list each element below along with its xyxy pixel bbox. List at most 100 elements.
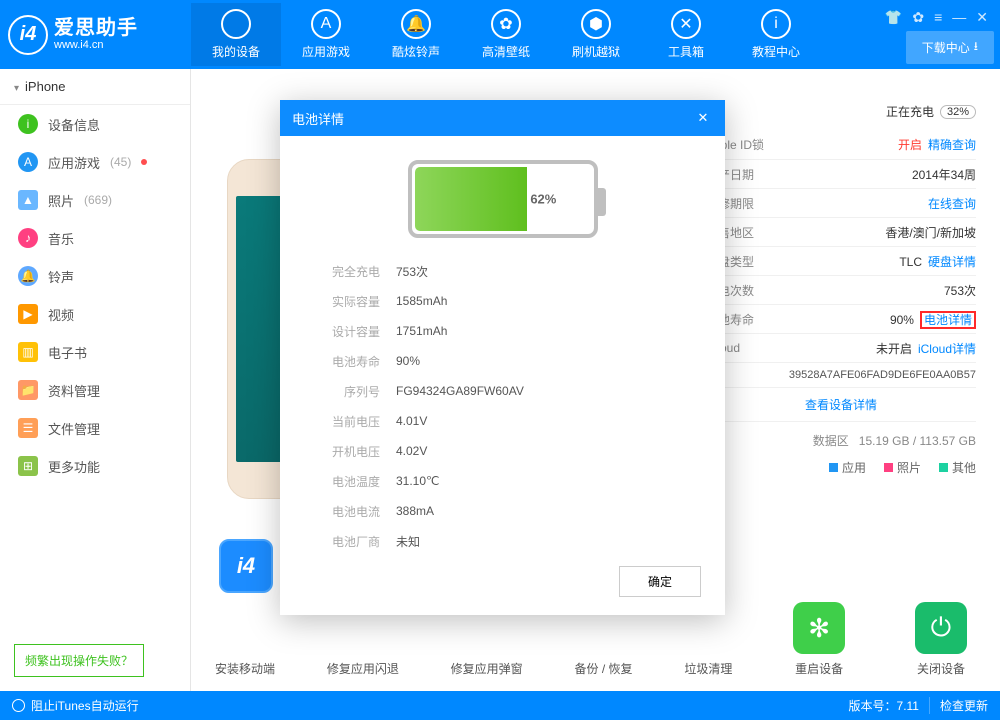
sidebar-item-5[interactable]: ▶视频 xyxy=(0,295,190,333)
dialog-row-key: 电池厂商 xyxy=(304,533,396,550)
sidebar-device-toggle[interactable]: iPhone xyxy=(0,69,190,105)
sidebar: iPhone i 设备信息 A应用游戏(45) ▲ 照片 (669) ♪ 音乐 🔔铃声▶视频▥电… xyxy=(0,69,191,691)
action-fix-popup[interactable]: 修复应用弹窗 xyxy=(451,660,523,677)
close-icon[interactable]: ✕ xyxy=(976,9,988,26)
info-link[interactable]: 在线查询 xyxy=(928,197,976,211)
sidebar-item-4[interactable]: 🔔铃声 xyxy=(0,257,190,295)
sidebar-item-6[interactable]: ▥电子书 xyxy=(0,333,190,371)
dialog-row: 实际容量1585mAh xyxy=(304,286,701,316)
view-device-detail-link[interactable]: 查看设备详情 xyxy=(706,387,976,421)
device-hash: 39528A7AFE06FAD9DE6FE0AA0B57 xyxy=(706,362,976,387)
skin-icon[interactable]: 👕 xyxy=(885,9,902,26)
action-trash[interactable]: 垃圾清理 xyxy=(684,660,732,677)
dialog-row: 设计容量1751mAh xyxy=(304,316,701,346)
sidebar-item-1[interactable]: A应用游戏(45) xyxy=(0,143,190,181)
flower-icon: ✿ xyxy=(491,9,521,39)
dialog-ok-button[interactable]: 确定 xyxy=(619,566,701,597)
info-link[interactable]: 电池详情 xyxy=(920,311,976,329)
sidebar-item-3[interactable]: ♪ 音乐 xyxy=(0,219,190,257)
dialog-row-value: 1751mAh xyxy=(396,324,447,338)
sidebar-item-0[interactable]: i 设备信息 xyxy=(0,105,190,143)
download-icon: ⭳ xyxy=(974,37,978,58)
info-value: 香港/澳门/新加坡 xyxy=(784,224,976,241)
info-row: 硬盘类型TLC硬盘详情 xyxy=(706,246,976,275)
dialog-row-key: 电池电流 xyxy=(304,503,396,520)
info-link[interactable]: 精确查询 xyxy=(928,138,976,152)
sidebar-item-label: 应用游戏 xyxy=(48,153,100,172)
action-install[interactable]: 安装移动端 xyxy=(215,660,275,677)
nav-ringtones[interactable]: 🔔酷炫铃声 xyxy=(371,3,461,66)
info-value: 在线查询 xyxy=(784,195,976,212)
dialog-close-button[interactable]: ✕ xyxy=(693,108,713,128)
dialog-row: 电池厂商未知 xyxy=(304,526,701,556)
sidebar-icon: ▲ xyxy=(18,190,38,210)
sidebar-item-count: (669) xyxy=(84,193,112,207)
menu-icon[interactable]: ≡ xyxy=(934,9,942,25)
sidebar-item-7[interactable]: 📁资料管理 xyxy=(0,371,190,409)
sidebar-item-label: 铃声 xyxy=(48,267,74,286)
charging-status: 正在充电32% xyxy=(706,103,976,120)
info-value: 753次 xyxy=(784,282,976,299)
dialog-row-key: 设计容量 xyxy=(304,323,396,340)
action-reboot[interactable]: ✻重启设备 xyxy=(784,602,854,677)
info-value: 开启精确查询 xyxy=(784,136,976,153)
brand-url: www.i4.cn xyxy=(54,39,138,51)
dialog-row-key: 实际容量 xyxy=(304,293,396,310)
action-backup[interactable]: 备份 / 恢复 xyxy=(574,660,632,677)
sidebar-item-label: 更多功能 xyxy=(48,457,100,476)
dialog-row-value: 1585mAh xyxy=(396,294,447,308)
nav-flash[interactable]: ⬢刷机越狱 xyxy=(551,3,641,66)
dialog-row-value: FG94324GA89FW60AV xyxy=(396,384,524,398)
sidebar-item-label: 视频 xyxy=(48,305,74,324)
info-row: 生产日期2014年34周 xyxy=(706,159,976,188)
itunes-block-toggle[interactable]: 阻止iTunes自动运行 xyxy=(31,697,139,714)
sidebar-item-2[interactable]: ▲ 照片 (669) xyxy=(0,181,190,219)
sidebar-item-label: 资料管理 xyxy=(48,381,100,400)
sidebar-icon: i xyxy=(18,114,38,134)
sidebar-item-8[interactable]: ☰文件管理 xyxy=(0,409,190,447)
brand-name: 爱思助手 xyxy=(54,17,138,39)
action-fix-crash[interactable]: 修复应用闪退 xyxy=(327,660,399,677)
nav-apps[interactable]: A应用游戏 xyxy=(281,3,371,66)
info-row: 电池寿命90%电池详情 xyxy=(706,304,976,333)
dialog-row-value: 753次 xyxy=(396,263,428,280)
sidebar-icon: ♪ xyxy=(18,228,38,248)
apps-icon: A xyxy=(311,9,341,39)
bell-icon: 🔔 xyxy=(401,9,431,39)
dialog-row-value: 388mA xyxy=(396,504,434,518)
nav-wallpapers[interactable]: ✿高清壁纸 xyxy=(461,3,551,66)
sidebar-item-9[interactable]: ⊞更多功能 xyxy=(0,447,190,485)
i4-tile-icon: i4 xyxy=(219,539,273,593)
nav-tools[interactable]: ✕工具箱 xyxy=(641,3,731,66)
download-center-button[interactable]: 下载中心 ⭳ xyxy=(906,31,994,64)
sidebar-item-label: 设备信息 xyxy=(48,115,100,134)
battery-pill: 32% xyxy=(940,105,976,119)
settings-icon[interactable]: ✿ xyxy=(912,9,924,26)
storage-legend: 应用 照片 其他 xyxy=(706,449,976,476)
help-link[interactable]: 频繁出现操作失败？ xyxy=(14,644,144,677)
dialog-row: 完全充电753次 xyxy=(304,256,701,286)
info-link[interactable]: iCloud详情 xyxy=(918,342,976,356)
storage-label: 数据区 xyxy=(813,432,849,449)
dialog-row-key: 电池温度 xyxy=(304,473,396,490)
info-icon: i xyxy=(761,9,791,39)
sidebar-item-label: 照片 xyxy=(48,191,74,210)
info-link[interactable]: 硬盘详情 xyxy=(928,255,976,269)
nav-tutorials[interactable]: i教程中心 xyxy=(731,3,821,66)
sidebar-item-label: 音乐 xyxy=(48,229,74,248)
minimize-icon[interactable]: — xyxy=(952,9,966,25)
info-row: Apple ID锁开启精确查询 xyxy=(706,130,976,159)
dialog-row-key: 当前电压 xyxy=(304,413,396,430)
reboot-icon: ✻ xyxy=(793,602,845,654)
action-shutdown[interactable]: ⏻关闭设备 xyxy=(906,602,976,677)
wrench-icon: ✕ xyxy=(671,9,701,39)
dialog-row-key: 开机电压 xyxy=(304,443,396,460)
dialog-row: 电池寿命90% xyxy=(304,346,701,376)
apple-icon xyxy=(221,9,251,39)
nav-my-device[interactable]: 我的设备 xyxy=(191,3,281,66)
dialog-row-value: 90% xyxy=(396,354,420,368)
check-update-button[interactable]: 检查更新 xyxy=(929,697,988,714)
update-dot-icon xyxy=(141,159,147,165)
sidebar-item-label: 文件管理 xyxy=(48,419,100,438)
dialog-row-key: 完全充电 xyxy=(304,263,396,280)
